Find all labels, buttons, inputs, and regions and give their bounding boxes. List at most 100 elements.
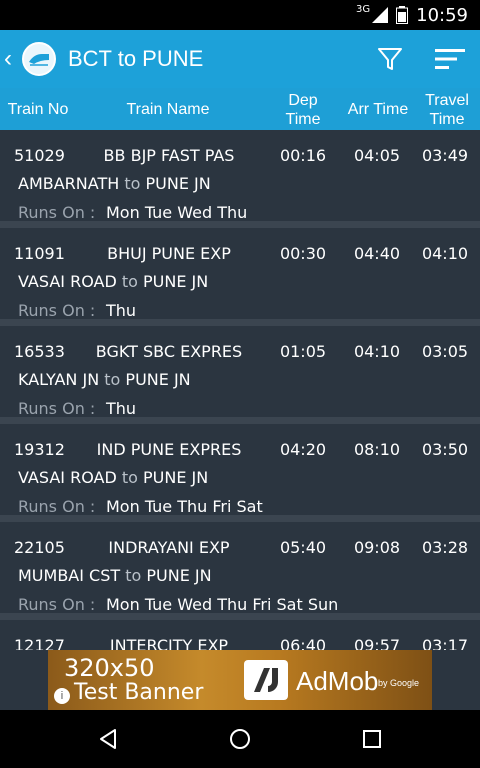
- travel-time: 03:05: [421, 342, 469, 361]
- admob-by-google: by Google: [378, 678, 420, 688]
- ad-area: 320x50 i Test Banner AdMob by Google: [0, 650, 480, 710]
- route-from: KALYAN JN: [18, 370, 100, 389]
- route-from: AMBARNATH: [18, 174, 120, 193]
- runs-on-label: Runs On :: [18, 203, 96, 222]
- train-name: INTERCITY EXP: [109, 636, 229, 650]
- arrival-time: 09:57: [353, 636, 401, 650]
- page-title: BCT to PUNE: [68, 46, 204, 71]
- travel-time: 03:50: [421, 440, 469, 459]
- train-card[interactable]: 11091 BHUJ PUNE EXP 00:30 04:40 04:10 VA…: [0, 228, 480, 326]
- train-number: 12127: [14, 636, 65, 650]
- train-number: 11091: [14, 244, 65, 263]
- departure-time: 01:05: [279, 342, 327, 361]
- departure-time: 00:16: [279, 146, 327, 165]
- route-to-word: to: [121, 468, 138, 487]
- network-type: 3G: [356, 3, 371, 15]
- ad-size-text: 320x50: [64, 654, 155, 682]
- arrival-time: 04:05: [353, 146, 401, 165]
- train-name: BB BJP FAST PAS: [103, 146, 235, 165]
- route-to-word: to: [121, 272, 138, 291]
- arrival-time: 04:40: [353, 244, 401, 263]
- filter-icon[interactable]: [360, 30, 420, 88]
- runs-on-label: Runs On :: [18, 497, 96, 516]
- travel-time: 03:17: [421, 636, 469, 650]
- train-name: INDRAYANI EXP: [108, 538, 230, 557]
- home-nav-icon[interactable]: [210, 710, 270, 768]
- travel-time: 03:28: [421, 538, 469, 557]
- ad-banner[interactable]: 320x50 i Test Banner AdMob by Google: [48, 650, 432, 710]
- route-from: VASAI ROAD: [18, 272, 117, 291]
- route: KALYAN JN to PUNE JN: [18, 370, 191, 389]
- status-bar: 3G 10:59: [0, 0, 480, 30]
- info-icon[interactable]: i: [54, 688, 70, 704]
- header-train-name[interactable]: Train Name: [92, 100, 244, 119]
- train-name: IND PUNE EXPRES: [96, 440, 242, 459]
- navigation-bar: [0, 710, 480, 768]
- back-chevron-icon[interactable]: ‹: [4, 45, 22, 73]
- run-days: Mon Tue Thu Fri Sat: [106, 497, 263, 516]
- route-dest: PUNE JN: [146, 566, 212, 585]
- train-card[interactable]: 19312 IND PUNE EXPRES 04:20 08:10 03:50 …: [0, 424, 480, 522]
- route-dest: PUNE JN: [125, 370, 191, 389]
- train-card[interactable]: 16533 BGKT SBC EXPRES 01:05 04:10 03:05 …: [0, 326, 480, 424]
- admob-brand: AdMob: [296, 666, 379, 696]
- run-days: Thu: [106, 399, 137, 418]
- sort-icon[interactable]: [420, 30, 480, 88]
- route-to-word: to: [125, 566, 142, 585]
- signal-icon: [372, 7, 389, 23]
- route-to-word: to: [124, 174, 141, 193]
- header-dep-time[interactable]: Dep Time: [270, 91, 336, 129]
- header-dep-line1: Dep: [288, 92, 318, 109]
- route: MUMBAI CST to PUNE JN: [18, 566, 212, 585]
- train-number: 51029: [14, 146, 65, 165]
- route-dest: PUNE JN: [143, 468, 209, 487]
- app-bar: ‹ BCT to PUNE: [0, 30, 480, 88]
- route-from: VASAI ROAD: [18, 468, 117, 487]
- route: VASAI ROAD to PUNE JN: [18, 272, 208, 291]
- route-from: MUMBAI CST: [18, 566, 121, 585]
- departure-time: 04:20: [279, 440, 327, 459]
- run-days: Mon Tue Wed Thu: [106, 203, 248, 222]
- train-card[interactable]: 22105 INDRAYANI EXP 05:40 09:08 03:28 MU…: [0, 522, 480, 620]
- run-days: Mon Tue Wed Thu Fri Sat Sun: [106, 595, 339, 614]
- route: AMBARNATH to PUNE JN: [18, 174, 211, 193]
- arrival-time: 09:08: [353, 538, 401, 557]
- column-headers: Train No Train Name Dep Time Arr Time Tr…: [0, 88, 480, 130]
- departure-time: 00:30: [279, 244, 327, 263]
- route-to-word: to: [104, 370, 121, 389]
- runs-on-label: Runs On :: [18, 301, 96, 320]
- travel-time: 03:49: [421, 146, 469, 165]
- header-travel-line2: Time: [429, 111, 465, 128]
- ad-label: Test Banner: [74, 680, 204, 705]
- runs-on-label: Runs On :: [18, 399, 96, 418]
- train-name: BHUJ PUNE EXP: [107, 244, 231, 263]
- battery-icon: [396, 6, 409, 24]
- header-travel-time[interactable]: Travel Time: [414, 91, 480, 129]
- arrival-time: 08:10: [353, 440, 401, 459]
- departure-time: 05:40: [279, 538, 327, 557]
- train-logo-icon[interactable]: [22, 42, 56, 76]
- runs-on-label: Runs On :: [18, 595, 96, 614]
- recents-nav-icon[interactable]: [342, 710, 402, 768]
- train-name: BGKT SBC EXPRES: [95, 342, 243, 361]
- train-list[interactable]: 51029 BB BJP FAST PAS 00:16 04:05 03:49 …: [0, 130, 480, 650]
- header-travel-line1: Travel: [425, 92, 469, 109]
- route-dest: PUNE JN: [145, 174, 211, 193]
- route-dest: PUNE JN: [143, 272, 209, 291]
- header-dep-line2: Time: [285, 111, 321, 128]
- header-train-no[interactable]: Train No: [0, 100, 76, 119]
- train-card[interactable]: 12127 INTERCITY EXP 06:40 09:57 03:17: [0, 620, 480, 650]
- route: VASAI ROAD to PUNE JN: [18, 468, 208, 487]
- clock: 10:59: [416, 4, 468, 26]
- header-arr-time[interactable]: Arr Time: [340, 100, 416, 119]
- train-number: 19312: [14, 440, 65, 459]
- train-number: 16533: [14, 342, 65, 361]
- departure-time: 06:40: [279, 636, 327, 650]
- train-number: 22105: [14, 538, 65, 557]
- arrival-time: 04:10: [353, 342, 401, 361]
- admob-logo-icon: [244, 660, 288, 700]
- travel-time: 04:10: [421, 244, 469, 263]
- back-nav-icon[interactable]: [78, 710, 138, 768]
- train-card[interactable]: 51029 BB BJP FAST PAS 00:16 04:05 03:49 …: [0, 130, 480, 228]
- run-days: Thu: [106, 301, 137, 320]
